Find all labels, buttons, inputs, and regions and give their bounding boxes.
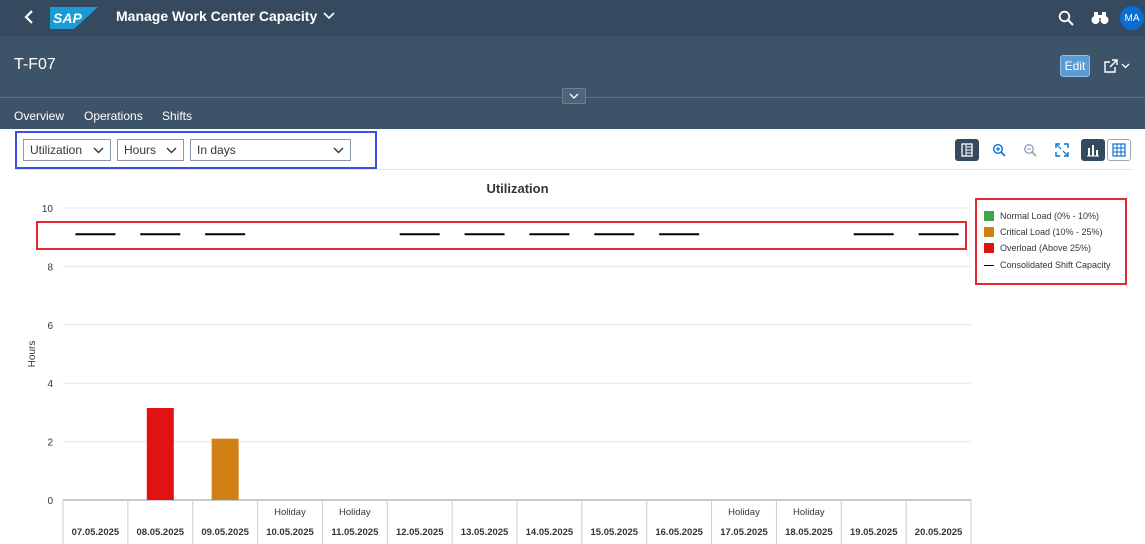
legend-swatch-green	[984, 211, 994, 221]
toolbar-divider	[15, 169, 1133, 170]
holiday-label: Holiday	[793, 507, 825, 518]
legend-shift-capacity[interactable]: Consolidated Shift Capacity	[984, 260, 1111, 270]
avatar-initials: MA	[1124, 12, 1140, 24]
measure-select[interactable]: Utilization	[23, 139, 111, 161]
chevron-down-icon	[166, 147, 177, 154]
share-button[interactable]	[1100, 56, 1134, 76]
period-select-value: In days	[197, 143, 236, 157]
legend-label: Normal Load (0% - 10%)	[1000, 211, 1100, 221]
x-tick-label: 08.05.2025	[137, 527, 185, 538]
chevron-down-icon	[323, 12, 335, 20]
x-tick-label: 14.05.2025	[526, 527, 574, 538]
x-tick-label: 17.05.2025	[720, 527, 768, 538]
logo-text: SAP	[53, 10, 82, 26]
table-view-button[interactable]	[955, 139, 979, 161]
search-icon[interactable]	[1056, 8, 1076, 28]
y-axis-label: Hours	[27, 341, 38, 368]
fullscreen-button[interactable]	[1050, 139, 1074, 161]
x-tick-label: 15.05.2025	[591, 527, 639, 538]
bar	[146, 408, 174, 500]
fullscreen-icon	[1055, 143, 1069, 157]
chevron-down-icon	[1121, 63, 1130, 69]
legend-swatch-red	[984, 243, 994, 253]
x-tick-label: 19.05.2025	[850, 527, 898, 538]
holiday-label: Holiday	[728, 507, 760, 518]
period-select[interactable]: In days	[190, 139, 351, 161]
x-tick-label: 07.05.2025	[72, 527, 120, 538]
capacity-highlight-box	[36, 221, 967, 250]
zoom-in-icon	[992, 143, 1006, 157]
unit-select-value: Hours	[124, 143, 157, 157]
edit-button[interactable]: Edit	[1060, 55, 1090, 77]
legend-overload[interactable]: Overload (Above 25%)	[984, 243, 1091, 253]
app-title: Manage Work Center Capacity	[116, 8, 318, 24]
object-header: T-F07 Edit Overview Operations Shifts	[0, 36, 1145, 132]
legend-critical-load[interactable]: Critical Load (10% - 25%)	[984, 227, 1103, 237]
x-tick-label: 11.05.2025	[331, 527, 379, 538]
legend-line-black	[984, 264, 994, 266]
utilization-chart: 0 2 4 6 8 10 Hours 07.05.2025 08.05.2025 09.05.20…	[27, 204, 972, 544]
holiday-label: Holiday	[339, 507, 371, 518]
zoom-out-button[interactable]	[1018, 139, 1042, 161]
x-tick-label: 18.05.2025	[785, 527, 833, 538]
avatar[interactable]: MA	[1120, 6, 1144, 30]
y-tick-label: 4	[47, 379, 53, 390]
sap-logo[interactable]: SAP	[50, 7, 98, 29]
chart-view-button[interactable]	[1081, 139, 1105, 161]
x-tick-label: 12.05.2025	[396, 527, 444, 538]
y-tick-label: 10	[42, 204, 54, 215]
app-title-menu[interactable]: Manage Work Center Capacity	[116, 8, 335, 24]
y-tick-label: 0	[47, 496, 53, 507]
bar	[211, 438, 239, 500]
x-tick-label: 10.05.2025	[266, 527, 314, 538]
x-tick-label: 20.05.2025	[915, 527, 963, 538]
chevron-down-icon	[333, 147, 344, 154]
binoculars-icon[interactable]	[1090, 8, 1110, 28]
chart-view-icon	[1087, 145, 1099, 157]
back-icon[interactable]	[18, 6, 40, 28]
legend-label: Consolidated Shift Capacity	[1000, 260, 1111, 270]
legend-label: Overload (Above 25%)	[1000, 243, 1092, 253]
collapse-header-button[interactable]	[562, 88, 586, 104]
y-tick-label: 2	[47, 438, 53, 449]
legend-normal-load[interactable]: Normal Load (0% - 10%)	[984, 211, 1099, 221]
measure-select-value: Utilization	[30, 143, 83, 157]
grid-view-button[interactable]	[1107, 139, 1131, 161]
x-tick-label: 13.05.2025	[461, 527, 509, 538]
table-view-icon	[961, 143, 973, 157]
share-icon	[1104, 59, 1118, 73]
zoom-out-icon	[1023, 143, 1037, 157]
shell-bar: SAP Manage Work Center Capacity MA	[0, 0, 1145, 36]
zoom-in-button[interactable]	[987, 139, 1011, 161]
tab-shifts[interactable]: Shifts	[162, 109, 192, 123]
unit-select[interactable]: Hours	[117, 139, 184, 161]
chevron-down-icon	[569, 93, 579, 99]
grid-view-icon	[1112, 143, 1126, 157]
x-tick-label: 09.05.2025	[201, 527, 249, 538]
y-tick-label: 6	[47, 321, 53, 332]
x-tick-label: 16.05.2025	[655, 527, 703, 538]
holiday-label: Holiday	[274, 507, 306, 518]
y-tick-label: 8	[47, 262, 53, 273]
object-title: T-F07	[14, 56, 56, 73]
legend-swatch-orange	[984, 227, 994, 237]
chevron-down-icon	[93, 147, 104, 154]
legend-label: Critical Load (10% - 25%)	[1000, 227, 1103, 237]
tab-operations[interactable]: Operations	[84, 109, 143, 123]
chart-title: Utilization	[486, 181, 549, 196]
